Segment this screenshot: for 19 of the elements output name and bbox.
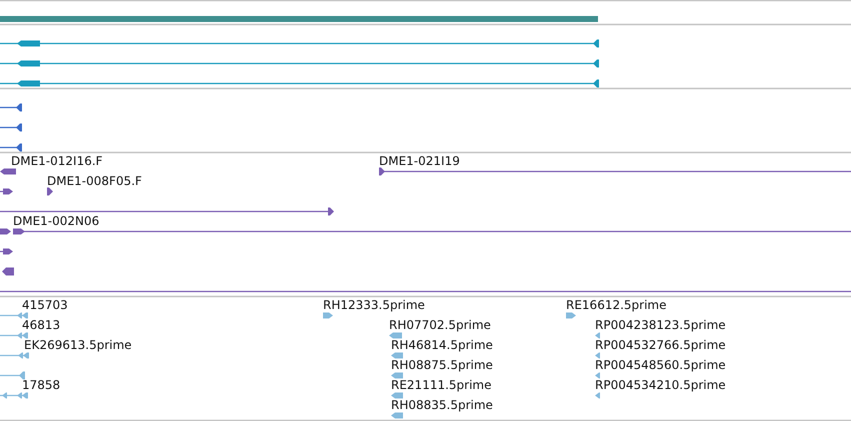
feature-label: EK269613.5prime xyxy=(24,338,132,352)
feature-label: RH12333.5prime xyxy=(323,298,425,312)
feature-label: RH07702.5prime xyxy=(389,318,491,332)
feature-label: RE21111.5prime xyxy=(391,378,492,392)
feature-label: 46813 xyxy=(22,318,60,332)
feature-label: 17858 xyxy=(22,378,60,392)
feature-label: RP004548560.5prime xyxy=(595,358,726,372)
feature-label: DME1-008F05.F xyxy=(47,174,142,188)
feature-label: RH08835.5prime xyxy=(391,398,493,412)
feature-label: DME1-002N06 xyxy=(13,214,100,228)
feature-label: DME1-021I19 xyxy=(379,154,460,168)
feature-label: RH08875.5prime xyxy=(391,358,493,372)
feature-label: DME1-012I16.F xyxy=(11,154,103,168)
feature-label: RP004532766.5prime xyxy=(595,338,726,352)
feature-label: 415703 xyxy=(22,298,68,312)
feature-label: RP004534210.5prime xyxy=(595,378,726,392)
feature-label: RP004238123.5prime xyxy=(595,318,726,332)
feature-label: RH46814.5prime xyxy=(391,338,493,352)
feature-label: RE16612.5prime xyxy=(566,298,666,312)
